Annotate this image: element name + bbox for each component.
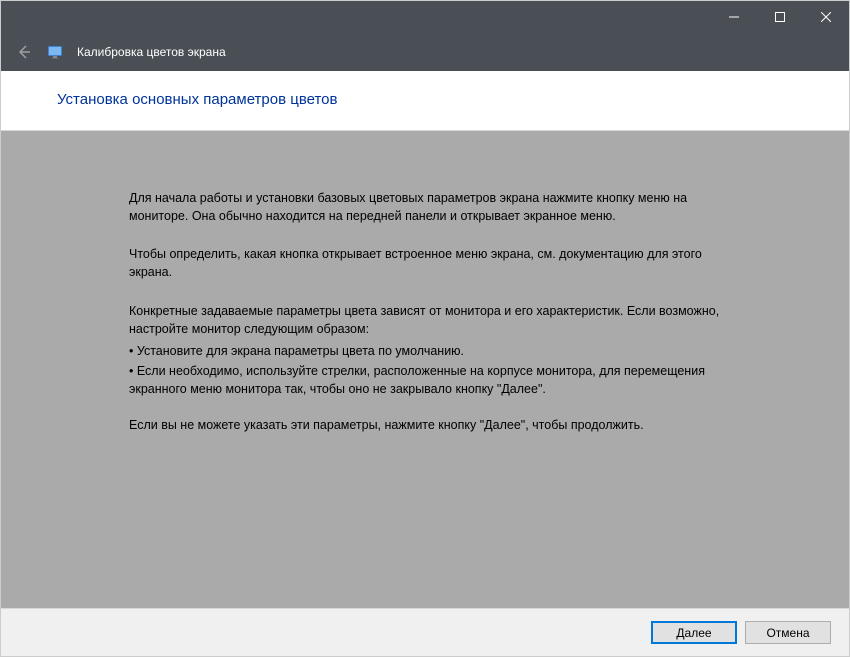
minimize-button[interactable]	[711, 1, 757, 33]
content-text: Для начала работы и установки базовых цв…	[129, 189, 729, 434]
minimize-icon	[729, 12, 739, 22]
bullet-1: • Установите для экрана параметры цвета …	[129, 342, 729, 360]
back-arrow-icon	[15, 43, 33, 61]
header-bar: Калибровка цветов экрана	[1, 33, 849, 71]
paragraph-1: Для начала работы и установки базовых цв…	[129, 189, 729, 225]
next-button[interactable]: Далее	[651, 621, 737, 644]
maximize-icon	[775, 12, 785, 22]
paragraph-3: Конкретные задаваемые параметры цвета за…	[129, 302, 729, 338]
monitor-icon	[47, 44, 63, 60]
cancel-button[interactable]: Отмена	[745, 621, 831, 644]
titlebar	[1, 1, 849, 33]
close-icon	[821, 12, 831, 22]
page-title-bar: Установка основных параметров цветов	[1, 71, 849, 131]
content-area: Для начала работы и установки базовых цв…	[1, 131, 849, 608]
footer-bar: Далее Отмена	[1, 608, 849, 656]
paragraph-2: Чтобы определить, какая кнопка открывает…	[129, 245, 729, 281]
page-title: Установка основных параметров цветов	[57, 91, 849, 108]
back-button[interactable]	[15, 43, 33, 61]
bullet-2: • Если необходимо, используйте стрелки, …	[129, 362, 729, 398]
close-button[interactable]	[803, 1, 849, 33]
maximize-button[interactable]	[757, 1, 803, 33]
paragraph-4: Если вы не можете указать эти параметры,…	[129, 416, 729, 434]
calibration-window: Калибровка цветов экрана Установка основ…	[0, 0, 850, 657]
window-controls	[711, 1, 849, 33]
header-title: Калибровка цветов экрана	[77, 45, 226, 59]
